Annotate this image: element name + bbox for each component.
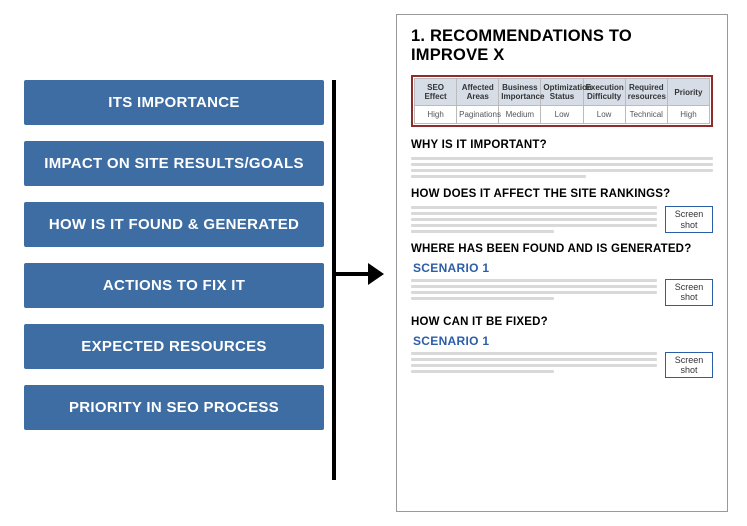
criteria-actions: ACTIONS TO FIX IT (24, 263, 324, 308)
th-seo-effect: SEO Effect (415, 79, 457, 106)
row-with-screenshot: Screen shot (411, 279, 713, 306)
th-affected-areas: Affected Areas (457, 79, 499, 106)
row-with-screenshot: Screen shot (411, 206, 713, 233)
screenshot-label-l1: Screen (675, 209, 704, 219)
placeholder-line (411, 157, 713, 160)
criteria-impact: IMPACT ON SITE RESULTS/GOALS (24, 141, 324, 186)
th-execution-difficulty: Execution Difficulty (583, 79, 625, 106)
td-business-importance: Medium (499, 106, 541, 124)
document-preview: 1. RECOMMENDATIONS TO IMPROVE X SEO Effe… (396, 14, 728, 512)
placeholder-lines (411, 157, 713, 178)
td-affected-areas: Paginations (457, 106, 499, 124)
section-why-important: WHY IS IT IMPORTANT? (411, 139, 713, 151)
placeholder-line (411, 230, 554, 233)
screenshot-placeholder: Screen shot (665, 352, 713, 379)
arrow-shaft (336, 272, 370, 276)
criteria-found-generated: HOW IS IT FOUND & GENERATED (24, 202, 324, 247)
screenshot-label-l2: shot (680, 220, 697, 230)
criteria-resources: EXPECTED RESOURCES (24, 324, 324, 369)
placeholder-line (411, 291, 657, 294)
placeholder-line (411, 163, 713, 166)
section-how-fix: HOW CAN IT BE FIXED? (411, 316, 713, 328)
summary-table: SEO Effect Affected Areas Business Impor… (414, 78, 710, 124)
summary-table-highlight: SEO Effect Affected Areas Business Impor… (411, 75, 713, 127)
placeholder-line (411, 358, 657, 361)
placeholder-line (411, 285, 657, 288)
placeholder-line (411, 297, 554, 300)
td-execution-difficulty: Low (583, 106, 625, 124)
placeholder-line (411, 352, 657, 355)
placeholder-lines (411, 352, 657, 379)
screenshot-label-l1: Screen (675, 282, 704, 292)
td-optimization-status: Low (541, 106, 583, 124)
scenario-1-label: SCENARIO 1 (413, 334, 713, 348)
criteria-list: ITS IMPORTANCE IMPACT ON SITE RESULTS/GO… (24, 80, 324, 430)
th-priority: Priority (667, 79, 709, 106)
placeholder-lines (411, 206, 657, 233)
placeholder-line (411, 224, 657, 227)
arrow-vertical (332, 80, 336, 480)
screenshot-label-l2: shot (680, 292, 697, 302)
td-seo-effect: High (415, 106, 457, 124)
placeholder-line (411, 218, 657, 221)
placeholder-line (411, 169, 713, 172)
screenshot-placeholder: Screen shot (665, 279, 713, 306)
th-business-importance: Business Importance (499, 79, 541, 106)
scenario-1-label: SCENARIO 1 (413, 261, 713, 275)
doc-title: 1. RECOMMENDATIONS TO IMPROVE X (411, 27, 713, 65)
arrow-head-icon (368, 263, 384, 285)
td-priority: High (667, 106, 709, 124)
flow-arrow (332, 80, 386, 480)
section-where-found: WHERE HAS BEEN FOUND AND IS GENERATED? (411, 243, 713, 255)
criteria-priority: PRIORITY IN SEO PROCESS (24, 385, 324, 430)
screenshot-label-l1: Screen (675, 355, 704, 365)
td-required-resources: Technical (625, 106, 667, 124)
placeholder-line (411, 175, 586, 178)
th-optimization-status: Optimization Status (541, 79, 583, 106)
row-with-screenshot: Screen shot (411, 352, 713, 379)
table-row: High Paginations Medium Low Low Technica… (415, 106, 710, 124)
placeholder-line (411, 206, 657, 209)
section-affect-rankings: HOW DOES IT AFFECT THE SITE RANKINGS? (411, 188, 713, 200)
th-required-resources: Required resources (625, 79, 667, 106)
placeholder-line (411, 370, 554, 373)
criteria-importance: ITS IMPORTANCE (24, 80, 324, 125)
placeholder-line (411, 279, 657, 282)
screenshot-placeholder: Screen shot (665, 206, 713, 233)
placeholder-line (411, 212, 657, 215)
diagram-stage: ITS IMPORTANCE IMPACT ON SITE RESULTS/GO… (0, 0, 747, 526)
placeholder-lines (411, 279, 657, 306)
placeholder-line (411, 364, 657, 367)
screenshot-label-l2: shot (680, 365, 697, 375)
